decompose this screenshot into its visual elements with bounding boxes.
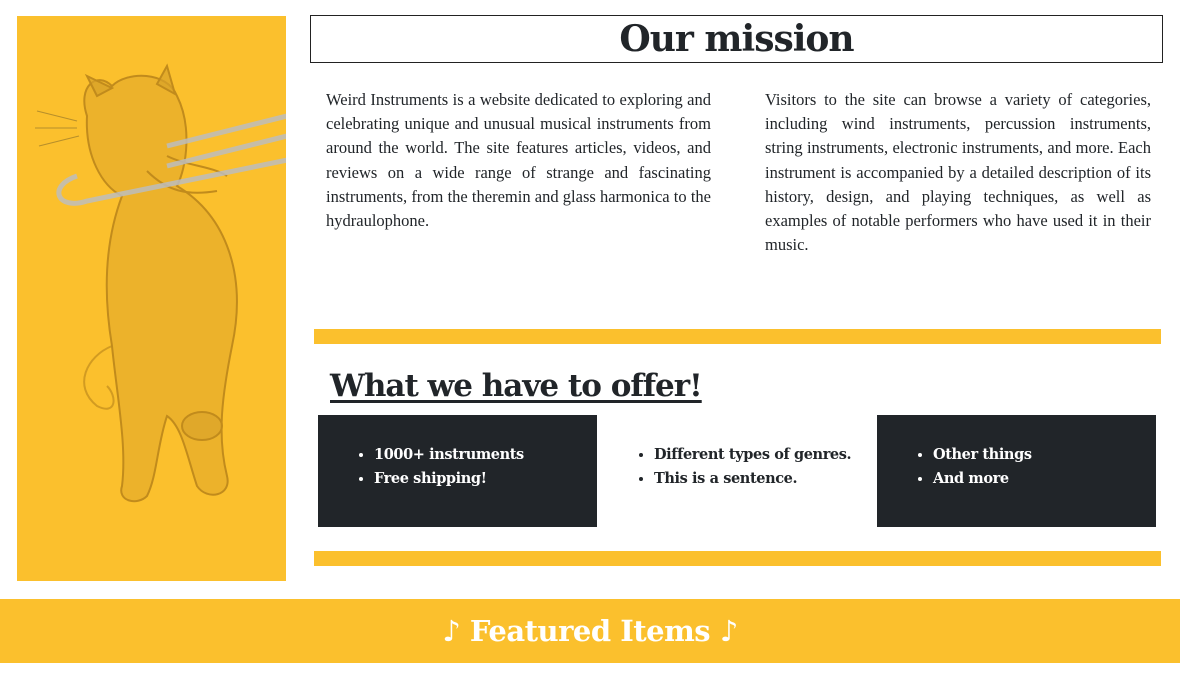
- list-item: This is a sentence.: [654, 467, 877, 491]
- offer-box-1: 1000+ instruments Free shipping!: [318, 415, 597, 527]
- offer-box-3: Other things And more: [877, 415, 1156, 527]
- side-illustration-panel: [17, 16, 286, 581]
- list-item: Different types of genres.: [654, 443, 877, 467]
- offer-list-2: Different types of genres. This is a sen…: [634, 443, 877, 491]
- offer-box-2: Different types of genres. This is a sen…: [598, 415, 877, 527]
- featured-items-title: ♪ Featured Items ♪: [442, 614, 738, 648]
- accent-divider-bottom: [314, 551, 1161, 566]
- list-item: 1000+ instruments: [374, 443, 597, 467]
- featured-items-banner: ♪ Featured Items ♪: [0, 599, 1180, 663]
- mission-paragraph-right: Visitors to the site can browse a variet…: [765, 90, 1151, 255]
- list-item: And more: [933, 467, 1156, 491]
- offer-list-1: 1000+ instruments Free shipping!: [354, 443, 597, 491]
- offer-title: What we have to offer!: [330, 368, 703, 404]
- mission-title: Our mission: [619, 18, 854, 60]
- mission-title-box: Our mission: [310, 15, 1163, 63]
- list-item: Other things: [933, 443, 1156, 467]
- list-item: Free shipping!: [374, 467, 597, 491]
- accent-divider-top: [314, 329, 1161, 344]
- offer-list-3: Other things And more: [913, 443, 1156, 491]
- mission-paragraph-left: Weird Instruments is a website dedicated…: [326, 90, 711, 231]
- cat-playing-trombone-icon: [35, 63, 286, 503]
